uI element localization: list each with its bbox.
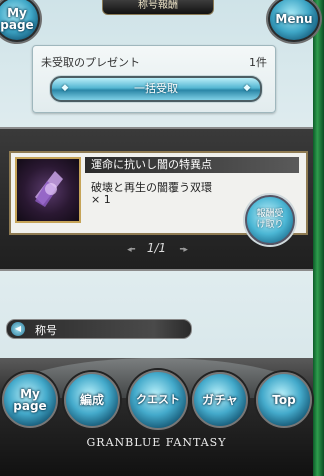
reward-item-quantity: × 1 bbox=[91, 193, 111, 206]
section-label: 称号 bbox=[35, 324, 57, 337]
title-section-back-bar[interactable]: ◀ 称号 bbox=[6, 319, 192, 339]
pager-text: 1/1 bbox=[146, 241, 167, 255]
arrow-left-icon: ◆ bbox=[61, 83, 69, 93]
page-title: 称号報酬 bbox=[102, 0, 214, 15]
nav-mypage-button[interactable]: My page bbox=[2, 372, 58, 428]
pagination: ◂━ 1/1 ━▸ bbox=[0, 241, 313, 255]
side-strip bbox=[313, 0, 324, 476]
unclaimed-gifts-panel: 未受取のプレゼント 1件 ◆ 一括受取 ◆ bbox=[32, 45, 276, 113]
nav-quest-button[interactable]: クエスト bbox=[128, 370, 188, 430]
crystal-graphic bbox=[35, 171, 63, 207]
pager-next-icon[interactable]: ━▸ bbox=[180, 245, 188, 255]
nav-gacha-label: ガチャ bbox=[202, 393, 238, 407]
reward-section: 運命に抗いし闇の特異点 破壊と再生の闇覆う双環 × 1 報酬受け取り ◂━ 1/… bbox=[0, 127, 313, 271]
nav-party-label: 編成 bbox=[79, 393, 104, 407]
mypage-button-label: My page bbox=[0, 6, 34, 32]
nav-gacha-button[interactable]: ガチャ bbox=[192, 372, 248, 428]
bulk-claim-label: 一括受取 bbox=[134, 82, 178, 95]
back-arrow-icon[interactable]: ◀ bbox=[11, 322, 25, 336]
nav-top-label: Top bbox=[272, 393, 296, 407]
game-logo: GRANBLUE FANTASY bbox=[86, 436, 227, 449]
nav-mypage-label: My page bbox=[13, 387, 47, 413]
arrow-right-icon: ◆ bbox=[243, 83, 251, 93]
unclaimed-gifts-label: 未受取のプレゼント bbox=[41, 56, 140, 69]
nav-party-button[interactable]: 編成 bbox=[64, 372, 120, 428]
bottom-navigation: My page 編成 クエスト ガチャ Top bbox=[0, 358, 313, 476]
purple-crystal-icon bbox=[15, 157, 81, 223]
reward-title: 運命に抗いし闇の特異点 bbox=[85, 157, 299, 173]
unclaimed-gifts-count: 1件 bbox=[249, 56, 267, 69]
claim-reward-button[interactable]: 報酬受け取り bbox=[245, 195, 295, 245]
nav-top-button[interactable]: Top bbox=[256, 372, 312, 428]
nav-quest-label: クエスト bbox=[136, 393, 180, 406]
reward-card: 運命に抗いし闇の特異点 破壊と再生の闇覆う双環 × 1 報酬受け取り bbox=[9, 151, 308, 245]
claim-reward-label: 報酬受け取り bbox=[256, 209, 284, 230]
bulk-claim-button[interactable]: ◆ 一括受取 ◆ bbox=[50, 76, 262, 102]
menu-button-label: Menu bbox=[275, 12, 313, 26]
pager-prev-icon[interactable]: ◂━ bbox=[127, 245, 135, 255]
